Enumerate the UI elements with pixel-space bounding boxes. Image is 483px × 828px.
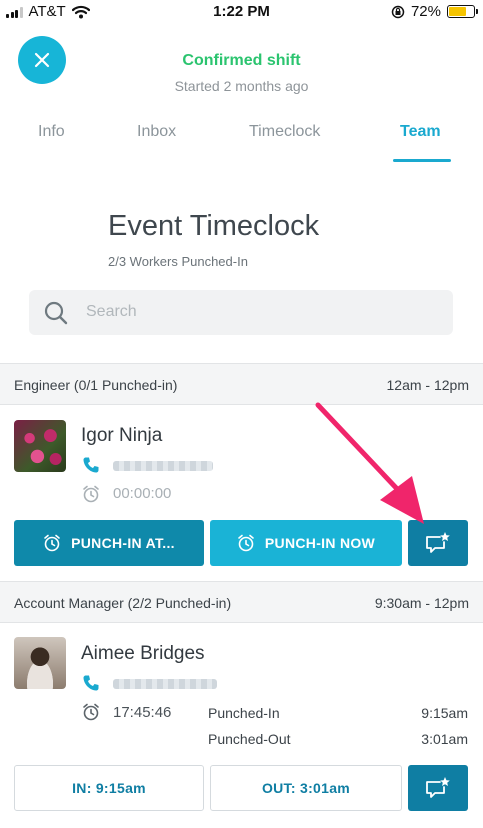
group-time: 9:30am - 12pm (374, 595, 469, 611)
punched-out-label: Punched-Out (208, 731, 291, 747)
phone-number-redacted (113, 461, 213, 471)
group-header-engineer: Engineer (0/1 Punched-in) 12am - 12pm (0, 363, 483, 405)
shift-status-title: Confirmed shift (182, 52, 301, 69)
tab-timeclock[interactable]: Timeclock (249, 123, 320, 141)
punch-out-time-button[interactable]: OUT: 3:01am (210, 765, 402, 811)
elapsed-time: 17:45:46 (113, 704, 172, 721)
group-time: 12am - 12pm (386, 377, 469, 393)
orientation-lock-icon (391, 5, 405, 18)
rate-worker-button[interactable] (408, 520, 468, 566)
search-icon (44, 301, 68, 325)
punch-in-now-label: PUNCH-IN NOW (264, 535, 376, 551)
rate-worker-button[interactable] (408, 765, 468, 811)
punched-in-time: 9:15am (421, 705, 468, 721)
group-name: Engineer (0/1 Punched-in) (14, 377, 178, 393)
group-header-account-manager: Account Manager (2/2 Punched-in) 9:30am … (0, 581, 483, 623)
worker-name: Igor Ninja (81, 425, 163, 446)
elapsed-time: 00:00:00 (113, 485, 172, 502)
page-title: Event Timeclock (108, 210, 320, 242)
battery-icon (447, 5, 478, 18)
punch-in-at-button[interactable]: PUNCH-IN AT... (14, 520, 204, 566)
punch-in-time-label: IN: 9:15am (72, 780, 146, 796)
avatar (14, 420, 66, 472)
alarm-clock-icon (238, 534, 254, 552)
workers-punched-in-count: 2/3 Workers Punched-In (108, 254, 248, 269)
tab-bar: Info Inbox Timeclock Team (0, 120, 483, 164)
punch-in-at-label: PUNCH-IN AT... (71, 535, 175, 551)
chat-star-icon (426, 777, 450, 798)
phone-number-redacted (113, 679, 217, 689)
status-bar: AT&T 1:22 PM 72% (0, 0, 483, 24)
punch-out-time-label: OUT: 3:01am (261, 780, 351, 796)
active-tab-indicator (393, 159, 451, 162)
alarm-clock-icon (83, 703, 99, 721)
alarm-clock-icon (83, 485, 99, 503)
tab-inbox[interactable]: Inbox (137, 123, 176, 141)
battery-percent: 72% (410, 3, 441, 20)
punch-in-time-button[interactable]: IN: 9:15am (14, 765, 204, 811)
chat-star-icon (426, 532, 450, 553)
phone-icon[interactable] (82, 456, 100, 474)
group-name: Account Manager (2/2 Punched-in) (14, 595, 232, 611)
search-placeholder: Search (86, 303, 137, 320)
status-right: 72% (391, 3, 478, 20)
shift-started-subtitle: Started 2 months ago (174, 78, 309, 94)
avatar (14, 637, 66, 689)
search-input[interactable]: Search (29, 290, 453, 335)
tab-team[interactable]: Team (400, 123, 441, 141)
phone-icon[interactable] (82, 674, 100, 692)
tab-info[interactable]: Info (38, 123, 65, 141)
punch-in-now-button[interactable]: PUNCH-IN NOW (210, 520, 402, 566)
worker-name: Aimee Bridges (81, 643, 205, 664)
alarm-clock-icon (44, 534, 60, 552)
punched-in-label: Punched-In (208, 705, 280, 721)
punched-out-time: 3:01am (421, 731, 468, 747)
